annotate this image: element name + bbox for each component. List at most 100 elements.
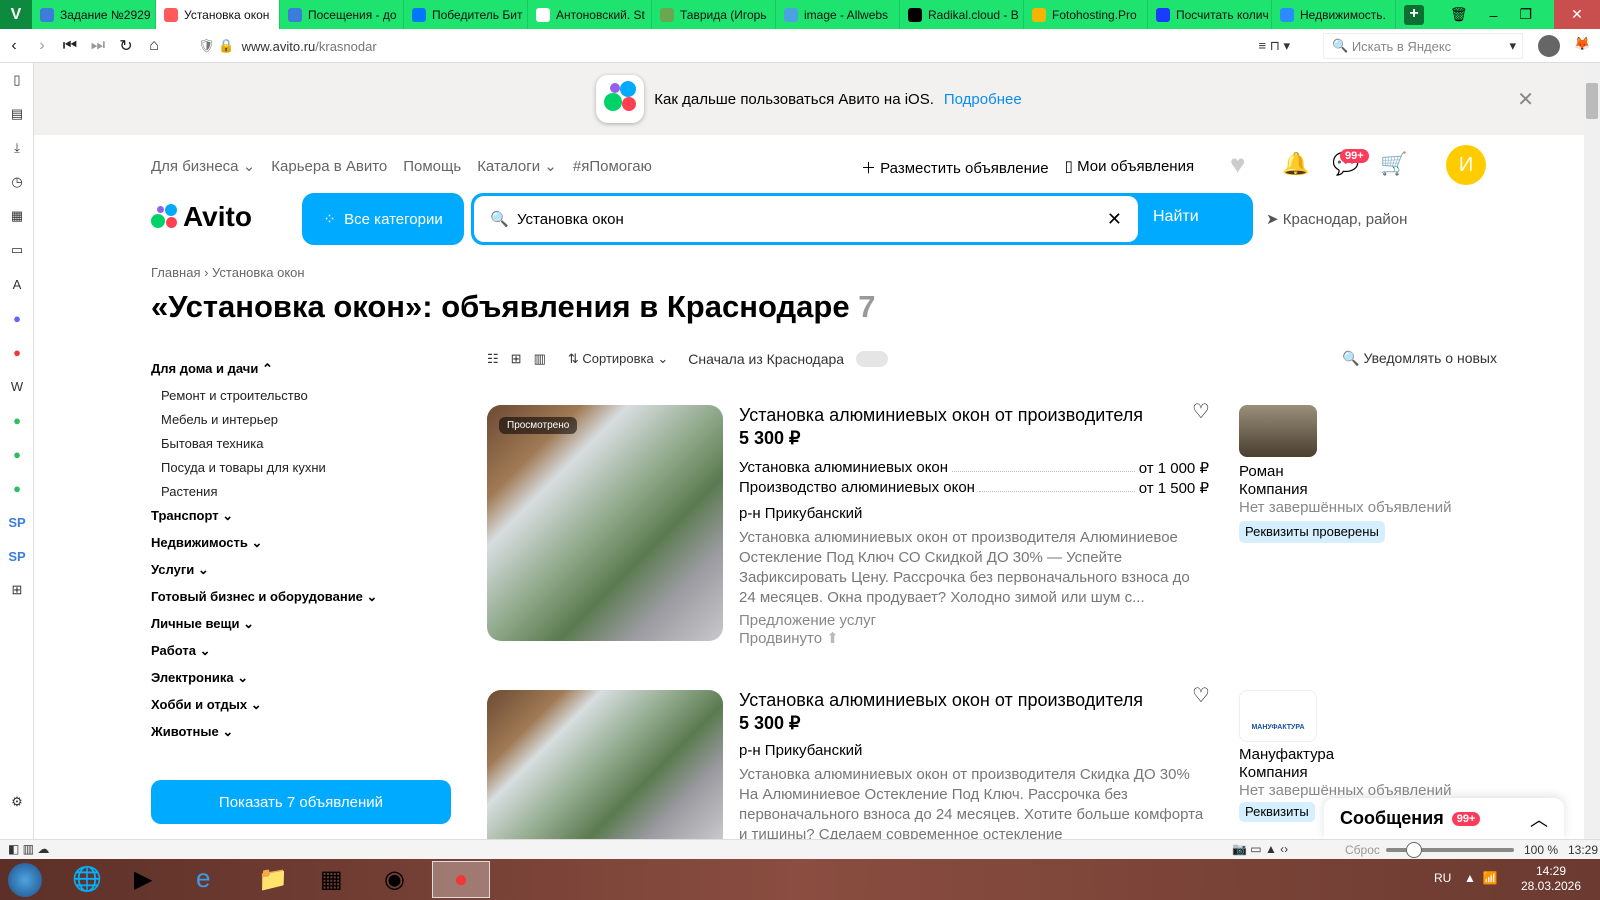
avatar[interactable]: И [1446,145,1486,185]
listing-title[interactable]: Установка алюминиевых окон от производит… [739,405,1209,426]
add-panel-icon[interactable]: ⊞ [0,573,34,607]
forward-icon[interactable]: › [28,37,56,55]
translate-icon[interactable]: A [0,267,34,301]
my-ads-link[interactable]: ▯ Мои объявления [1065,157,1194,178]
show-results-button[interactable]: Показать 7 объявлений [151,780,451,824]
location-selector[interactable]: ➤ Краснодар, район [1266,210,1407,228]
downloads-icon[interactable]: ⤓ [0,131,34,165]
listing-image[interactable]: Просмотрено [487,405,723,641]
bookmarks-icon[interactable]: ▯ [0,63,34,97]
messages-widget[interactable]: Сообщения 99+ ︿ [1324,798,1564,839]
filter-category[interactable]: Работа ⌄ [151,643,451,658]
yandex-search-input[interactable]: 🔍 Искать в Яндекс ▾ [1323,33,1523,59]
favorite-heart-icon[interactable]: ♡ [1192,683,1210,708]
seller-avatar[interactable] [1239,405,1317,457]
tab-5[interactable]: Таврида (Игорь [652,0,776,29]
filter-category[interactable]: Готовый бизнес и оборудование ⌄ [151,589,451,604]
chrome-icon[interactable]: 🌐 [72,865,102,894]
maximize-button[interactable]: ❐ [1519,6,1532,23]
hp-icon[interactable]: ◉ [384,865,405,894]
tab-2[interactable]: Посещения - до [280,0,404,29]
banner-link[interactable]: Подробнее [944,91,1022,108]
profile-icon[interactable] [1538,35,1560,57]
close-window-button[interactable]: ✕ [1554,0,1600,29]
filter-subcategory[interactable]: Растения [161,484,451,499]
sp-panel-icon[interactable]: SP [0,505,34,539]
avito-panel-icon[interactable]: ● [0,403,34,437]
grid-view-icon[interactable]: ⊞ [511,351,522,367]
chevron-up-icon[interactable]: ︿ [1530,806,1548,832]
filter-subcategory[interactable]: Ремонт и строительство [161,388,451,403]
new-tab-button[interactable]: + [1404,4,1424,25]
filter-category[interactable]: Недвижимость ⌄ [151,535,451,550]
filter-category-open[interactable]: Для дома и дачи ⌃ [151,361,451,376]
address-bar[interactable]: 🛡 🔒 www.avito.ru/krasnodar ≡ ⊓ ▾ [190,33,1300,59]
nav-help[interactable]: Помощь [403,158,461,175]
capture-icon[interactable]: 📷 ▭ ▲ ‹› [1232,842,1288,856]
explorer-icon[interactable]: 📁 [258,865,288,894]
cart-icon[interactable]: 🛒 [1380,151,1407,177]
filter-subcategory[interactable]: Мебель и интерьер [161,412,451,427]
zoom-slider[interactable] [1386,842,1514,858]
tray-icons[interactable]: ▲ 📶 [1464,871,1498,885]
tab-7[interactable]: Radikal.cloud - B [900,0,1024,29]
close-icon[interactable]: ✕ [1517,87,1534,112]
fast-forward-icon[interactable]: ⏭ [84,37,112,55]
post-ad-link[interactable]: ＋ Разместить объявление [861,157,1049,178]
vivaldi-menu-icon[interactable]: V [0,0,32,29]
clear-search-icon[interactable]: ✕ [1107,209,1122,230]
vivaldi-taskbar-icon[interactable]: ● [432,861,490,898]
metamask-icon[interactable]: 🦊 [1574,36,1590,52]
filter-category[interactable]: Услуги ⌄ [151,562,451,577]
tab-6[interactable]: image - Allwebs [776,0,900,29]
filter-category[interactable]: Хобби и отдых ⌄ [151,697,451,712]
panel-toggle-icon[interactable]: ◧ ▥ ☁ [8,842,49,856]
local-first-toggle[interactable] [856,350,889,367]
ie-icon[interactable]: e [196,863,210,894]
window-icon[interactable]: ▭ [0,233,34,267]
nav-ya-pomogayu[interactable]: #яПомогаю [573,158,652,175]
wikipedia-icon[interactable]: W [0,369,34,403]
rewind-icon[interactable]: ⏮ [56,37,84,55]
listing-image[interactable] [487,690,723,839]
app-icon[interactable]: ▦ [320,865,343,894]
tab-9[interactable]: Посчитать колич [1148,0,1272,29]
media-player-icon[interactable]: ▶ [134,865,152,894]
tab-4[interactable]: Антоновский. St [528,0,652,29]
back-icon[interactable]: ‹ [0,37,28,55]
filter-category[interactable]: Транспорт ⌄ [151,508,451,523]
start-button[interactable] [8,863,42,897]
reload-icon[interactable]: ↻ [112,36,140,56]
all-categories-button[interactable]: ⁘ Все категории [302,193,464,245]
bookmark-icon[interactable]: ≡ ⊓ ▾ [1259,38,1290,54]
tab-10[interactable]: Недвижимость. [1272,0,1396,29]
filter-category[interactable]: Животные ⌄ [151,724,451,739]
trash-icon[interactable]: 🗑 [1450,6,1468,23]
nav-career[interactable]: Карьера в Авито [271,158,387,175]
sort-dropdown[interactable]: ⇅ Сортировка ⌄ [568,351,668,367]
history-icon[interactable]: ◷ [0,165,34,199]
filter-subcategory[interactable]: Посуда и товары для кухни [161,460,451,475]
reading-list-icon[interactable]: ▤ [0,97,34,131]
filter-subcategory[interactable]: Бытовая техника [161,436,451,451]
settings-icon[interactable]: ⚙ [0,785,34,819]
search-input[interactable]: 🔍 Установка окон ✕ [474,196,1138,242]
nav-business[interactable]: Для бизнеса ⌄ [151,157,255,175]
seller-name[interactable]: Мануфактура [1239,746,1479,764]
avito-panel-icon[interactable]: ● [0,471,34,505]
home-icon[interactable]: ⌂ [140,37,168,55]
tab-0[interactable]: Задание №2929 [32,0,156,29]
list-view-icon[interactable]: ☷ [487,351,499,367]
avito-panel-icon[interactable]: ● [0,437,34,471]
seller-name[interactable]: Роман [1239,463,1479,481]
favorites-icon[interactable]: ♥ [1230,149,1245,180]
find-button[interactable]: Найти [1153,208,1199,226]
nav-catalogs[interactable]: Каталоги ⌄ [477,157,557,175]
favorite-heart-icon[interactable]: ♡ [1192,399,1210,424]
tab-3[interactable]: Победитель Бит [404,0,528,29]
scrollbar[interactable] [1584,63,1600,839]
filter-category[interactable]: Электроника ⌄ [151,670,451,685]
vivaldi-icon[interactable]: ● [0,335,34,369]
listing-title[interactable]: Установка алюминиевых окон от производит… [739,690,1209,711]
tab-1[interactable]: Установка окон [156,0,280,29]
